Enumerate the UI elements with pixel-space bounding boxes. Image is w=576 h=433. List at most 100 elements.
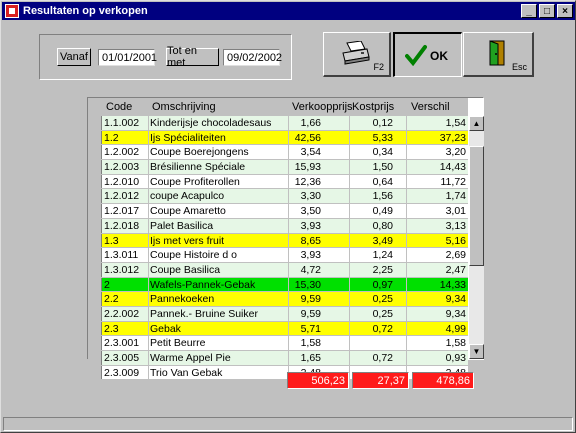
cell-code: 1.3.012 — [104, 263, 140, 276]
cell-code: 2.3.001 — [104, 337, 140, 350]
column-header-description[interactable]: Omschrijving — [152, 101, 216, 113]
row-indicator[interactable] — [88, 174, 102, 189]
row-indicator[interactable] — [88, 262, 102, 277]
row-indicator[interactable] — [88, 160, 102, 174]
table-row[interactable]: 1.2.002 Coupe Boerejongens 3,54 0,34 3,20 — [88, 145, 468, 161]
cell-cost-price: 2,25 — [372, 263, 393, 276]
column-divider — [148, 204, 149, 218]
row-indicator[interactable] — [88, 321, 102, 336]
table-row[interactable]: 2.2.002 Pannek.- Bruine Suiker 9,59 0,25 9,3… — [88, 306, 468, 322]
row-indicator[interactable] — [88, 130, 102, 145]
cell-sale-price: 1,58 — [300, 337, 321, 350]
table-row[interactable]: 1.1.002 Kinderijsje chocoladesaus 1,66 0,12… — [88, 116, 468, 131]
cell-sale-price: 8,65 — [300, 234, 321, 247]
row-indicator[interactable] — [88, 277, 102, 292]
cell-sale-price: 3,30 — [300, 190, 321, 203]
cell-difference: 0,93 — [445, 352, 466, 364]
to-date-field[interactable]: 09/02/2002 — [223, 49, 282, 66]
cell-description: Pannek.- Bruine Suiker — [150, 307, 258, 320]
cell-cost-price: 0,25 — [372, 307, 393, 320]
app-icon[interactable] — [5, 4, 19, 18]
cell-difference: 14,43 — [439, 161, 466, 174]
table-row[interactable]: 2.3.005 Warme Appel Pie 1,65 0,72 0,93 — [88, 351, 468, 366]
column-header-code[interactable]: Code — [106, 101, 132, 113]
column-header-cost-price[interactable]: Kostprijs — [352, 101, 394, 113]
ok-label: OK — [430, 49, 448, 63]
row-indicator[interactable] — [88, 351, 102, 365]
row-indicator[interactable] — [88, 189, 102, 204]
vertical-scrollbar[interactable]: ▲ ▼ — [469, 116, 484, 359]
table-row[interactable]: 1.2.010 Coupe Profiterollen 12,36 0,64 11,72 — [88, 174, 468, 190]
row-indicator[interactable] — [88, 292, 102, 306]
cell-cost-price: 0,80 — [372, 219, 393, 232]
from-date-button[interactable]: Vanaf — [57, 48, 91, 66]
maximize-button[interactable]: □ — [539, 4, 555, 18]
main-window: Resultaten op verkopen _ □ × Vanaf 01/01… — [0, 0, 576, 433]
row-indicator[interactable] — [88, 233, 102, 248]
table-row[interactable]: 1.2.018 Palet Basilica 3,93 0,80 3,13 — [88, 218, 468, 234]
column-divider — [148, 233, 149, 248]
table-row[interactable]: 2.2 Pannekoeken 9,59 0,25 9,34 — [88, 292, 468, 307]
cell-code: 1.2.012 — [104, 190, 140, 203]
cell-difference: 1,54 — [445, 117, 466, 129]
table-row[interactable]: 2.3.001 Petit Beurre 1,58 1,58 — [88, 336, 468, 351]
row-indicator[interactable] — [88, 116, 102, 130]
from-date-field[interactable]: 01/01/2001 — [98, 49, 157, 66]
row-indicator[interactable] — [88, 218, 102, 233]
column-divider — [349, 116, 350, 130]
cell-code: 2.2.002 — [104, 307, 140, 320]
cell-difference: 3,20 — [445, 146, 466, 159]
scroll-down-button[interactable]: ▼ — [469, 344, 484, 359]
column-header-difference[interactable]: Verschil — [411, 101, 450, 113]
sales-results-table[interactable]: Code Omschrijving Verkoopprijs Kostprijs… — [87, 97, 484, 381]
table-row[interactable]: 2 Wafels-Pannek-Gebak 15,30 0,97 14,33 — [88, 277, 468, 293]
cell-cost-price: 5,33 — [372, 131, 393, 144]
table-row[interactable]: 1.2.017 Coupe Amaretto 3,50 0,49 3,01 — [88, 204, 468, 219]
minimize-button[interactable]: _ — [521, 4, 537, 18]
column-header-sale-price[interactable]: Verkoopprijs — [292, 101, 353, 113]
cell-cost-price: 1,56 — [372, 190, 393, 203]
print-button[interactable]: F2 — [323, 32, 391, 77]
cell-difference: 1,58 — [445, 337, 466, 350]
cell-description: Ijs met vers fruit — [150, 234, 225, 247]
column-divider — [406, 174, 407, 189]
table-row[interactable]: 1.2 Ijs Spécialiteiten 42,56 5,33 37,23 — [88, 130, 468, 146]
row-indicator[interactable] — [88, 204, 102, 218]
cell-description: Gebak — [150, 322, 181, 335]
row-indicator[interactable] — [88, 248, 102, 262]
row-indicator[interactable] — [88, 145, 102, 160]
cell-sale-price: 3,93 — [300, 219, 321, 232]
table-row[interactable]: 2.3.009Trio Van Gebak2,482,48 — [88, 365, 468, 381]
cell-difference: 3,01 — [445, 205, 466, 218]
exit-button[interactable]: Esc — [463, 32, 534, 77]
title-bar[interactable]: Resultaten op verkopen _ □ × — [2, 2, 575, 20]
column-divider — [406, 351, 407, 365]
column-divider — [349, 174, 350, 189]
cell-cost-price: 3,49 — [372, 234, 393, 247]
ok-button[interactable]: OK — [393, 32, 462, 77]
cell-code: 1.2.002 — [104, 146, 140, 159]
table-row[interactable]: 1.3 Ijs met vers fruit 8,65 3,49 5,16 — [88, 233, 468, 249]
table-row[interactable]: 1.3.011 Coupe Histoire d o 3,93 1,24 2,69 — [88, 248, 468, 263]
cell-cost-price: 0,64 — [372, 175, 393, 188]
table-row[interactable]: 1.2.003 Brésilienne Spéciale 15,93 1,50 14,4… — [88, 160, 468, 175]
table-row[interactable]: 1.3.012 Coupe Basilica 4,72 2,25 2,47 — [88, 262, 468, 278]
column-divider — [148, 116, 149, 130]
scroll-up-button[interactable]: ▲ — [469, 116, 484, 131]
column-divider — [349, 233, 350, 248]
column-divider — [288, 189, 289, 204]
column-divider — [349, 218, 350, 233]
row-indicator[interactable] — [88, 365, 102, 380]
cell-code: 1.1.002 — [104, 117, 140, 129]
to-date-button[interactable]: Tot en met — [166, 45, 219, 69]
cell-description: Brésilienne Spéciale — [150, 161, 246, 174]
row-indicator[interactable] — [88, 336, 102, 350]
cell-description: Palet Basilica — [150, 219, 214, 232]
row-indicator[interactable] — [88, 306, 102, 321]
cell-description: Trio Van Gebak — [150, 366, 223, 379]
close-button[interactable]: × — [557, 4, 573, 18]
cell-difference: 5,16 — [445, 234, 466, 247]
scroll-thumb[interactable] — [469, 146, 484, 266]
table-row[interactable]: 1.2.012 coupe Acapulco 3,30 1,56 1,74 — [88, 189, 468, 205]
table-row[interactable]: 2.3 Gebak 5,71 0,72 4,99 — [88, 321, 468, 337]
